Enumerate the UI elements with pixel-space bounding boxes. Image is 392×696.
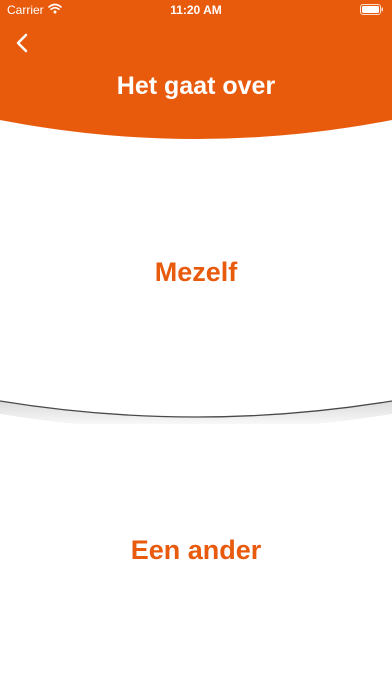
status-bar: Carrier 11:20 AM	[0, 0, 392, 22]
status-time: 11:20 AM	[170, 3, 222, 17]
option-someone-else-label: Een ander	[130, 535, 262, 565]
option-myself-button[interactable]: Mezelf	[0, 140, 392, 405]
battery-icon	[360, 4, 384, 15]
back-button[interactable]	[8, 30, 36, 60]
chevron-left-icon	[15, 32, 29, 59]
curved-divider	[0, 400, 392, 424]
page-title: Het gaat over	[116, 72, 276, 100]
option-myself-label: Mezelf	[154, 257, 238, 287]
option-someone-else-button[interactable]: Een ander	[0, 405, 392, 696]
screen: Carrier 11:20 AM Het gaat over Mezelf Ee…	[0, 0, 392, 696]
